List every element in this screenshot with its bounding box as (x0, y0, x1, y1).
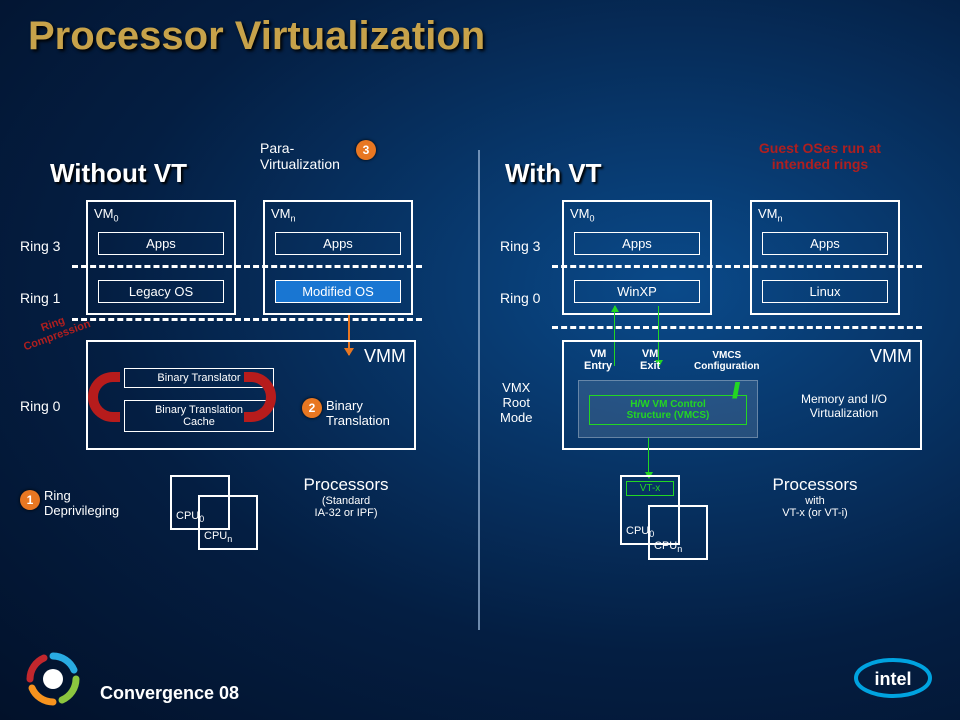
ring0-label-left: Ring 0 (20, 398, 60, 414)
vmn-box-right: VMn Apps Linux (750, 200, 900, 315)
vm-entry-label: VM Entry (584, 348, 612, 372)
ring3-label-left: Ring 3 (20, 238, 60, 254)
dash-line (72, 318, 422, 321)
para-virtualization-label: Para- Virtualization (260, 140, 340, 172)
legacy-os-box: Legacy OS (98, 280, 224, 303)
convergence-logo-icon (26, 652, 80, 706)
svg-text:intel: intel (874, 669, 911, 689)
divider (478, 150, 480, 630)
apps-box: Apps (98, 232, 224, 255)
ring3-label-right: Ring 3 (500, 238, 540, 254)
dash-line (552, 326, 922, 329)
heading-with-vt: With VT (505, 158, 602, 189)
linux-box: Linux (762, 280, 888, 303)
vmm-label: VMM (364, 346, 406, 367)
vmn-label: VMn (271, 206, 296, 224)
binary-translation-label: Binary Translation (326, 398, 390, 428)
vmm-label: VMM (870, 346, 912, 367)
vm0-label: VM0 (570, 206, 595, 224)
cpun-box-left: CPUn (198, 495, 258, 550)
vmm-box-right: VMM VM Entry VM Exit VMCS Configuration … (562, 340, 922, 450)
vmcs-box: H/W VM Control Structure (VMCS) (589, 395, 747, 425)
vm0-box-right: VM0 Apps WinXP (562, 200, 712, 315)
winxp-box: WinXP (574, 280, 700, 303)
vmcs-container: H/W VM Control Structure (VMCS) (578, 380, 758, 438)
vmn-label: VMn (758, 206, 783, 224)
ring-deprivileging-label: Ring Deprivileging (44, 488, 119, 518)
ring0-label-right: Ring 0 (500, 290, 540, 306)
apps-box: Apps (275, 232, 401, 255)
heading-without-vt: Without VT (50, 158, 187, 189)
modified-os-box: Modified OS (275, 280, 401, 303)
processors-label-right: Processors with VT-x (or VT-i) (730, 475, 900, 519)
processors-label-left: Processors (Standard IA-32 or IPF) (276, 475, 416, 519)
guest-os-note: Guest OSes run at intended rings (720, 140, 920, 172)
cpun-box-right: CPUn (648, 505, 708, 560)
vmx-root-mode-label: VMX Root Mode (500, 380, 533, 425)
ring1-label-left: Ring 1 (20, 290, 60, 306)
badge-1: 1 (20, 490, 40, 510)
vm0-box-left: VM0 Apps Legacy OS (86, 200, 236, 315)
mem-io-label: Memory and I/O Virtualization (774, 392, 914, 420)
vmcs-config-label: VMCS Configuration (694, 350, 760, 372)
badge-3: 3 (356, 140, 376, 160)
apps-box: Apps (574, 232, 700, 255)
ring-compression-label: Ring Compression (18, 307, 92, 354)
intel-logo-icon: intel (854, 656, 932, 700)
double-slash-icon: // (732, 378, 736, 404)
vm0-label: VM0 (94, 206, 119, 224)
apps-box: Apps (762, 232, 888, 255)
vmn-box-left: VMn Apps Modified OS (263, 200, 413, 315)
slide-title: Processor Virtualization (28, 14, 485, 59)
vmcs-to-cpu-arrow-icon (648, 438, 649, 478)
vm-exit-label: VM Exit (640, 348, 660, 372)
badge-2: 2 (302, 398, 322, 418)
footer-text: Convergence 08 (100, 683, 239, 704)
vtx-box: VT-x (626, 481, 674, 496)
